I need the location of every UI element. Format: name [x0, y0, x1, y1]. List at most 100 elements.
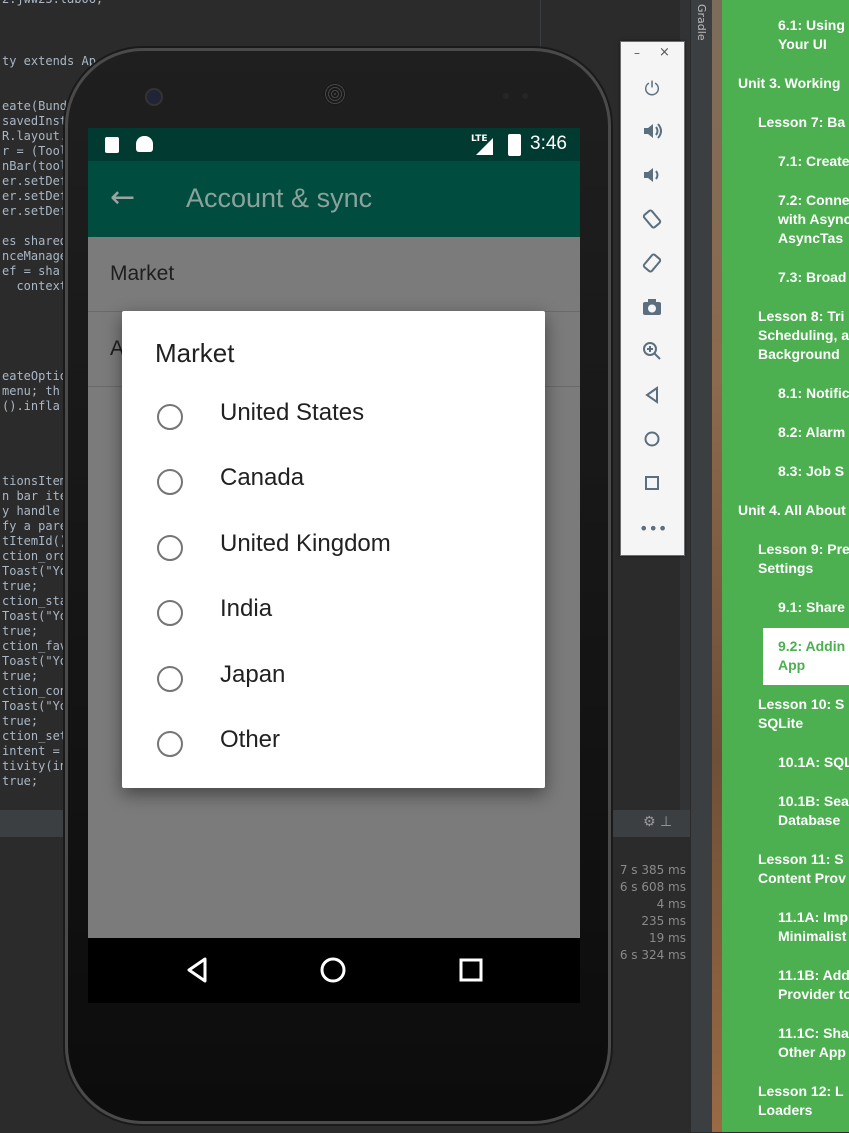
lesson-nav-item[interactable]: 11.1C: Sha: [778, 1024, 849, 1043]
lesson-nav-item[interactable]: Background: [758, 345, 840, 364]
code-line: eate(Bund: [2, 99, 68, 113]
code-line: true;: [2, 579, 39, 593]
power-icon[interactable]: ⏻: [639, 76, 665, 102]
lesson-nav-item[interactable]: 9.2: Addin: [763, 637, 849, 656]
radio-button[interactable]: [157, 731, 183, 757]
camera-icon[interactable]: [639, 296, 665, 322]
minimize-button[interactable]: –: [634, 46, 640, 60]
gear-icon[interactable]: ⚙ ⊥: [643, 814, 672, 830]
rotate-right-icon[interactable]: [639, 252, 665, 278]
code-line: er.setDef: [2, 204, 68, 218]
preference-label: Market: [110, 262, 175, 285]
lesson-nav-item[interactable]: App: [763, 656, 849, 675]
option-japan[interactable]: Japan: [122, 652, 545, 708]
code-line: Toast("Yo: [2, 564, 68, 578]
lesson-nav-item[interactable]: 10.1A: SQL: [778, 753, 849, 772]
volume-down-icon[interactable]: [639, 164, 665, 190]
close-button[interactable]: ×: [659, 45, 670, 60]
preference-market[interactable]: Market: [88, 237, 580, 312]
nav-overview-icon[interactable]: [456, 955, 486, 985]
option-label: Canada: [220, 464, 305, 491]
lesson-nav-item[interactable]: 11.1B: Add: [778, 966, 849, 985]
back-arrow-icon[interactable]: ←: [110, 181, 135, 215]
lesson-nav-item[interactable]: 11.1A: Imp: [778, 908, 848, 927]
page-title: Account & sync: [186, 183, 373, 213]
radio-button[interactable]: [157, 469, 183, 495]
gradle-tool-strip[interactable]: [690, 0, 713, 1132]
option-india[interactable]: India: [122, 586, 545, 642]
lte-indicator: LTE: [471, 134, 488, 144]
nav-home-icon[interactable]: [318, 955, 348, 985]
rotate-left-icon[interactable]: [639, 208, 665, 234]
option-other[interactable]: Other: [122, 717, 545, 773]
lesson-nav-item[interactable]: Scheduling, a: [758, 326, 849, 345]
lesson-nav-item[interactable]: Lesson 10: S: [758, 695, 844, 714]
back-icon[interactable]: [639, 384, 665, 410]
radio-button[interactable]: [157, 404, 183, 430]
code-line: er.setDef: [2, 174, 68, 188]
app-bar: ← Account & sync: [88, 161, 580, 237]
gradle-tab-label[interactable]: Gradle: [695, 4, 708, 41]
lesson-nav-item[interactable]: Lesson 11: S: [758, 850, 844, 869]
lesson-nav-item[interactable]: Content Prov: [758, 869, 846, 888]
emulator-toolbar: – × ⏻ •••: [620, 41, 685, 556]
code-line: savedInst: [2, 114, 68, 128]
option-label: United States: [220, 399, 365, 426]
lesson-navigation: 6.1: Using Your UI Unit 3. Working Lesson 7…: [722, 0, 849, 1132]
lesson-nav-item[interactable]: Other App: [778, 1043, 846, 1062]
lesson-nav-item[interactable]: Lesson 12: L: [758, 1082, 844, 1101]
nav-back-icon[interactable]: [183, 955, 213, 985]
lesson-nav-item[interactable]: 10.1B: Sea: [778, 792, 849, 811]
lesson-nav-item[interactable]: Lesson 7: Ba: [758, 113, 845, 132]
lesson-nav-item[interactable]: 7.2: Conne: [778, 191, 849, 210]
android-icon: [136, 136, 153, 152]
battery-icon: [508, 134, 521, 156]
option-canada[interactable]: Canada: [122, 455, 545, 511]
lesson-nav-item[interactable]: 9.1: Share: [778, 598, 845, 617]
more-icon[interactable]: •••: [639, 516, 667, 542]
market-dialog: Market United States Canada United Kingd…: [122, 311, 545, 788]
code-line: intent =: [2, 744, 68, 758]
lesson-nav-item[interactable]: Your UI: [778, 35, 827, 54]
code-line: n bar ite: [2, 489, 68, 503]
option-united-kingdom[interactable]: United Kingdom: [122, 521, 545, 577]
lesson-nav-item[interactable]: AsyncTas: [778, 229, 843, 248]
lesson-nav-item[interactable]: 8.1: Notific: [778, 384, 849, 403]
lesson-nav-item[interactable]: 6.1: Using: [778, 16, 845, 35]
code-line: ction_con: [2, 684, 68, 698]
lesson-nav-item[interactable]: Minimalist: [778, 927, 846, 946]
lesson-nav-item[interactable]: Lesson 9: Pre: [758, 540, 849, 559]
code-line: er.setDef: [2, 189, 68, 203]
radio-button[interactable]: [157, 666, 183, 692]
lesson-nav-item[interactable]: Unit 3. Working: [738, 74, 840, 93]
code-line: true;: [2, 669, 39, 683]
home-icon[interactable]: [639, 428, 665, 454]
code-line: Toast("Yo: [2, 654, 68, 668]
lesson-nav-item[interactable]: 7.1: Create: [778, 152, 849, 171]
radio-button[interactable]: [157, 600, 183, 626]
lesson-nav-item[interactable]: Lesson 8: Tri: [758, 307, 844, 326]
lesson-nav-item[interactable]: Settings: [758, 559, 813, 578]
overview-icon[interactable]: [639, 472, 665, 498]
code-line: 2.jww23.lab06;: [2, 0, 103, 7]
lesson-nav-item[interactable]: 8.2: Alarm: [778, 423, 845, 442]
lesson-nav-item[interactable]: 8.3: Job S: [778, 462, 844, 481]
code-line: true;: [2, 624, 39, 638]
lesson-nav-item[interactable]: Provider to: [778, 985, 849, 1004]
code-line: Toast("Yo: [2, 699, 68, 713]
status-clock: 3:46: [530, 133, 567, 154]
lesson-nav-item[interactable]: Unit 4. All About: [738, 501, 846, 520]
zoom-icon[interactable]: [639, 340, 665, 366]
volume-up-icon[interactable]: [639, 120, 665, 146]
lesson-nav-item[interactable]: Loaders: [758, 1101, 812, 1120]
lesson-nav-item[interactable]: 7.3: Broad: [778, 268, 846, 287]
option-united-states[interactable]: United States: [122, 390, 545, 446]
lesson-nav-item[interactable]: SQLite: [758, 714, 803, 733]
lesson-nav-item[interactable]: with Async: [778, 210, 849, 229]
front-camera: [145, 88, 163, 106]
lesson-nav-item[interactable]: Database: [778, 811, 840, 830]
background-strip: [712, 0, 722, 1132]
radio-button[interactable]: [157, 535, 183, 561]
code-line: ction_ord: [2, 549, 68, 563]
proximity-sensor: [503, 93, 509, 99]
